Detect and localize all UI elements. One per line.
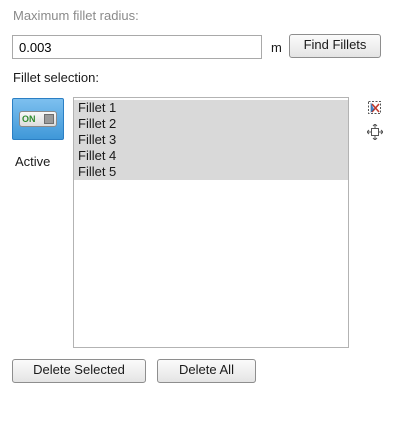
- delete-all-button[interactable]: Delete All: [157, 359, 256, 383]
- clear-selection-icon[interactable]: [367, 100, 383, 116]
- toggle-switch-icon: ON: [19, 111, 57, 127]
- zoom-to-selection-icon[interactable]: [366, 123, 384, 141]
- find-fillets-button[interactable]: Find Fillets: [289, 34, 381, 58]
- list-item[interactable]: Fillet 2: [74, 116, 348, 132]
- toggle-on-text: ON: [22, 114, 36, 124]
- fillet-selection-list[interactable]: Fillet 1 Fillet 2 Fillet 3 Fillet 4 Fill…: [73, 97, 349, 348]
- max-radius-input[interactable]: [12, 35, 262, 59]
- delete-selected-button[interactable]: Delete Selected: [12, 359, 146, 383]
- active-toggle-button[interactable]: ON: [12, 98, 64, 140]
- active-label: Active: [15, 154, 51, 169]
- list-item[interactable]: Fillet 5: [74, 164, 348, 180]
- list-item[interactable]: Fillet 1: [74, 100, 348, 116]
- max-radius-label: Maximum fillet radius:: [13, 8, 139, 23]
- unit-label: m: [271, 40, 282, 55]
- list-item[interactable]: Fillet 4: [74, 148, 348, 164]
- fillet-selection-label: Fillet selection:: [13, 70, 99, 85]
- toggle-knob: [44, 114, 54, 124]
- list-item[interactable]: Fillet 3: [74, 132, 348, 148]
